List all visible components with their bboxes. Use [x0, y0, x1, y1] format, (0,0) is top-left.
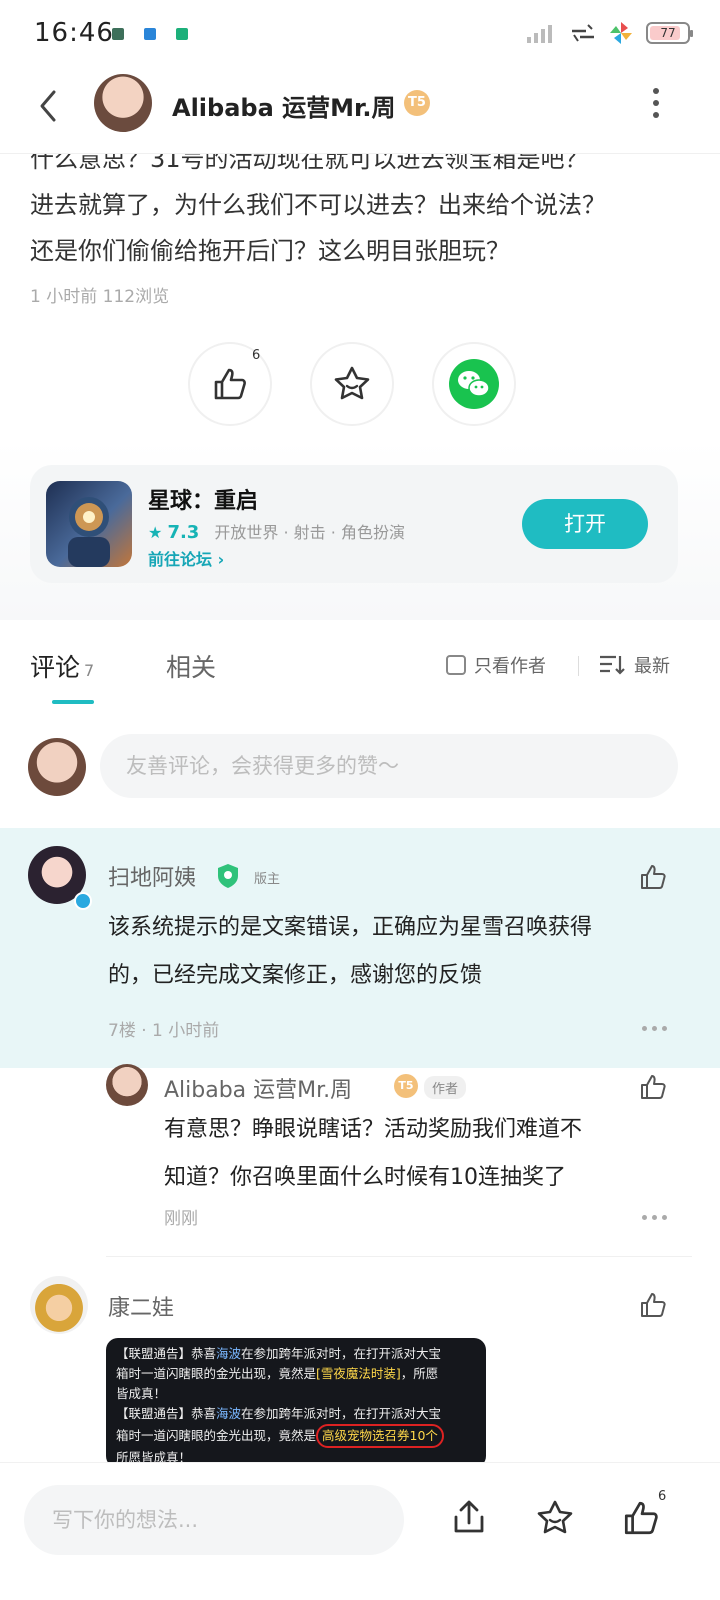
- image-text: 【联盟通告】恭喜: [116, 1346, 217, 1361]
- star-icon[interactable]: [534, 1497, 576, 1539]
- battery-icon: 77: [646, 22, 693, 44]
- active-tab-indicator: [52, 700, 94, 704]
- game-tags: 开放世界 · 射击 · 角色扮演: [214, 523, 405, 542]
- reply-like-icon[interactable]: [638, 1072, 668, 1102]
- star-icon: [334, 366, 370, 400]
- thumbs-up-icon: [214, 368, 246, 400]
- forum-link[interactable]: 前往论坛 ›: [148, 546, 224, 570]
- image-text: ，所愿: [400, 1366, 439, 1381]
- comment-tabs: 评论 7 相关 只看作者 最新: [0, 622, 720, 712]
- divider: [106, 1256, 692, 1257]
- game-score: 7.3: [167, 522, 200, 543]
- checkbox-icon[interactable]: [446, 655, 466, 675]
- reply-text: 有意思？睁眼说瞎话？活动奖励我们难道不 知道？你召唤里面什么时候有10连抽奖了: [164, 1106, 664, 1202]
- comment-count: 7: [84, 661, 95, 680]
- comment-like-icon[interactable]: [638, 1290, 668, 1320]
- image-text: 在参加跨年派对时，在打开派对大宝: [241, 1346, 442, 1361]
- pinwheel-icon: [610, 22, 632, 44]
- commenter-name[interactable]: 康二娃: [108, 1290, 174, 1322]
- reply-text-line: 知道？你召唤里面什么时候有10连抽奖了: [164, 1165, 566, 1190]
- image-text: 海波: [216, 1406, 242, 1421]
- status-bar: 16:46 77: [0, 0, 720, 70]
- game-card[interactable]: 星球：重启 ★ 7.3 开放世界 · 射击 · 角色扮演 前往论坛 › 打开: [30, 465, 678, 583]
- image-text: 高级宠物选召券10个: [316, 1424, 444, 1448]
- tab-comments[interactable]: 评论 7: [30, 648, 94, 684]
- comment-text-line: 的，已经完成文案修正，感谢您的反馈: [108, 963, 483, 988]
- comment-like-icon[interactable]: [638, 862, 668, 892]
- write-thoughts-input[interactable]: [24, 1485, 404, 1555]
- signal-icon: [527, 25, 552, 43]
- battery-level: 77: [660, 26, 676, 40]
- sort-label: 最新: [634, 656, 670, 677]
- post-text-line: 还是你们偷偷给拖开后门？这么明目张胆玩？: [30, 237, 510, 265]
- comment-image[interactable]: 【联盟通告】恭喜海波在参加跨年派对时，在打开派对大宝 箱时一道闪瞎眼的金光出现，…: [106, 1338, 486, 1468]
- game-title: 星球：重启: [148, 489, 259, 514]
- level-badge: T5: [404, 90, 430, 116]
- post-body: 什么意思？31号的活动现在就可以进去领宝箱是吧？ 进去就算了，为什么我们不可以进…: [30, 136, 690, 274]
- chevron-right-icon: ›: [217, 550, 225, 569]
- notification-icon: [144, 28, 156, 40]
- more-options-icon[interactable]: [652, 88, 660, 118]
- wechat-share-button[interactable]: [432, 342, 516, 426]
- image-text: 在参加跨年派对时，在打开派对大宝: [241, 1406, 442, 1421]
- game-icon[interactable]: [46, 481, 132, 567]
- comment-input[interactable]: [100, 734, 678, 798]
- only-author-label: 只看作者: [474, 656, 546, 677]
- sort-button[interactable]: 最新: [598, 652, 670, 678]
- more-options-icon[interactable]: [642, 1026, 667, 1031]
- thumbs-up-icon[interactable]: [620, 1497, 662, 1539]
- image-text: 【联盟通告】恭喜: [116, 1406, 217, 1421]
- like-count: 6: [658, 1489, 667, 1504]
- bottom-bar: 6: [0, 1462, 720, 1600]
- sort-icon: [600, 655, 625, 675]
- wechat-icon: [449, 359, 499, 409]
- reply-author-name[interactable]: Alibaba 运营Mr.周: [164, 1072, 352, 1104]
- reply-avatar[interactable]: [106, 1064, 148, 1106]
- reply-meta: 刚刚: [164, 1209, 198, 1229]
- author-avatar[interactable]: [94, 74, 152, 132]
- image-text: [雪夜魔法时装]: [316, 1366, 401, 1381]
- author-badge: 作者: [424, 1076, 467, 1099]
- commenter-avatar[interactable]: [30, 1276, 88, 1334]
- tab-related[interactable]: 相关: [166, 648, 216, 684]
- like-count: 6: [252, 348, 261, 363]
- status-time: 16:46: [34, 18, 114, 48]
- open-game-button[interactable]: 打开: [522, 499, 648, 549]
- image-text: 皆成真！: [116, 1386, 167, 1401]
- image-text: 箱时一道闪瞎眼的金光出现，竟然是: [116, 1428, 317, 1443]
- reply-text-line: 有意思？睁眼说瞎话？活动奖励我们难道不: [164, 1117, 583, 1142]
- post-meta: 1 小时前 112浏览: [30, 287, 170, 307]
- post-text-line: 进去就算了，为什么我们不可以进去？出来给个说法？: [30, 191, 606, 219]
- verified-badge-icon: [74, 892, 92, 910]
- author-name[interactable]: Alibaba 运营Mr.周: [172, 88, 396, 123]
- image-text: 海波: [216, 1346, 242, 1361]
- share-icon[interactable]: [448, 1497, 490, 1539]
- favorite-button[interactable]: [310, 342, 394, 426]
- comment-meta: 7楼 · 1 小时前: [108, 1021, 220, 1041]
- role-badge: 版主: [254, 872, 281, 887]
- divider: [578, 656, 579, 676]
- back-icon[interactable]: [34, 86, 64, 126]
- commenter-name[interactable]: 扫地阿姨: [108, 860, 196, 892]
- moderator-icon: [218, 864, 238, 888]
- forum-link-label: 前往论坛: [148, 550, 213, 569]
- game-info: ★ 7.3 开放世界 · 射击 · 角色扮演: [148, 519, 405, 543]
- game-rating-star-icon: ★: [148, 523, 163, 542]
- only-author-filter[interactable]: 只看作者: [446, 652, 546, 678]
- notification-icon: [176, 28, 188, 40]
- comment-text: 该系统提示的是文案错误，正确应为星雪召唤获得 的，已经完成文案修正，感谢您的反馈: [108, 904, 688, 1000]
- level-badge: T5: [394, 1074, 418, 1098]
- tab-comments-label: 评论: [30, 653, 81, 682]
- top-header: Alibaba 运营Mr.周 T5: [0, 70, 720, 154]
- my-avatar: [28, 738, 86, 796]
- more-options-icon[interactable]: [642, 1215, 667, 1220]
- data-icon: [572, 24, 594, 42]
- image-text: 箱时一道闪瞎眼的金光出现，竟然是: [116, 1366, 317, 1381]
- comment-text-line: 该系统提示的是文案错误，正确应为星雪召唤获得: [108, 915, 593, 940]
- notification-icon: [112, 28, 124, 40]
